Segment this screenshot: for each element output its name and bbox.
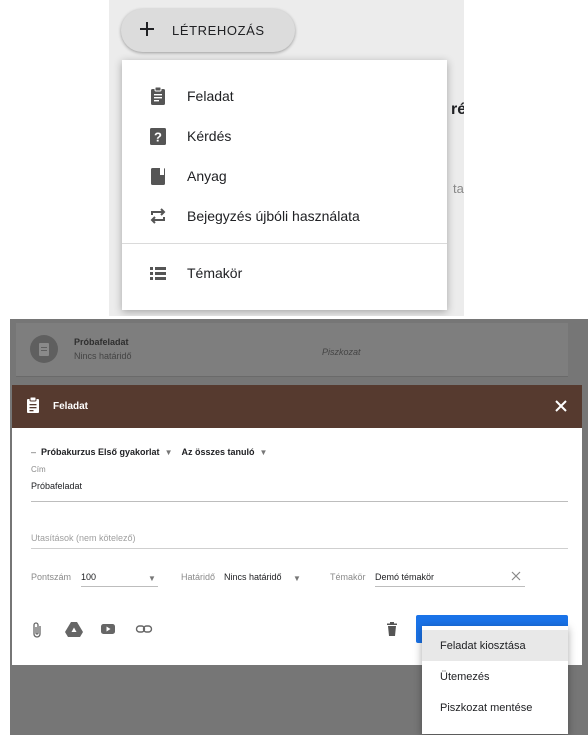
menu-item-label: Piszkozat mentése: [440, 702, 533, 714]
topic-label: Témakör: [330, 572, 366, 582]
google-drive-icon[interactable]: [65, 621, 83, 637]
menu-item-topic[interactable]: Témakör: [122, 253, 447, 293]
menu-item-label: Anyag: [187, 168, 227, 184]
question-icon: ?: [150, 128, 166, 145]
title-field-underline: [31, 501, 568, 502]
menu-item-material[interactable]: Anyag: [122, 156, 447, 196]
instructions-field-underline: [31, 548, 568, 549]
instructions-field[interactable]: Utasítások (nem kötelező): [31, 533, 136, 543]
reuse-post-icon: [150, 208, 166, 224]
create-button-label: LÉTREHOZÁS: [172, 23, 265, 38]
paperclip-icon[interactable]: [31, 621, 43, 639]
draft-status: Piszkozat: [322, 347, 361, 357]
dialog-title: Feladat: [53, 401, 89, 412]
assignment-icon: [27, 397, 39, 413]
title-field[interactable]: Próbafeladat: [31, 481, 82, 491]
course-select[interactable]: Próbakurzus Első gyakorlat: [41, 447, 160, 457]
menu-item-reuse-post[interactable]: Bejegyzés újbóli használata: [122, 196, 447, 236]
assignment-icon: [151, 86, 165, 105]
points-label: Pontszám: [31, 572, 72, 582]
dialog-header: Feladat: [12, 385, 582, 428]
menu-item-label: Ütemezés: [440, 671, 490, 683]
material-icon: [151, 168, 165, 185]
students-select[interactable]: Az összes tanuló: [181, 447, 254, 457]
due-date-select[interactable]: Nincs határidő: [224, 572, 282, 582]
title-field-label: Cím: [31, 465, 46, 474]
create-button[interactable]: LÉTREHOZÁS: [121, 9, 295, 52]
background-text-fragment: ré: [451, 101, 464, 118]
draft-list-item[interactable]: Próbafeladat Nincs határidő Piszkozat: [16, 323, 568, 377]
clear-icon[interactable]: [510, 570, 522, 582]
recipients-row: – Próbakurzus Első gyakorlat ▼ Az összes…: [31, 447, 268, 457]
menu-item-label: Bejegyzés újbóli használata: [187, 208, 360, 224]
plus-icon: [140, 22, 154, 36]
assignment-dialog: Feladat – Próbakurzus Első gyakorlat ▼ A…: [12, 385, 582, 665]
due-date-label: Határidő: [181, 572, 216, 582]
menu-divider: [122, 243, 447, 244]
link-icon[interactable]: [135, 621, 153, 637]
menu-item-save-draft[interactable]: Piszkozat mentése: [422, 692, 568, 723]
create-menu: Feladat ? Kérdés Anyag Bejegyzés újbóli: [122, 60, 447, 310]
chevron-down-icon[interactable]: ▼: [293, 574, 301, 583]
menu-item-question[interactable]: ? Kérdés: [122, 116, 447, 156]
assignment-avatar-icon: [30, 335, 58, 363]
assign-options-menu: Feladat kiosztása Ütemezés Piszkozat men…: [422, 626, 568, 734]
svg-text:?: ?: [154, 130, 162, 145]
create-panel: LÉTREHOZÁS ré ta Feladat ? Kérdés Anyag: [109, 0, 464, 316]
topic-select[interactable]: Demó témakör: [375, 572, 434, 582]
chevron-down-icon[interactable]: ▼: [148, 574, 156, 583]
points-underline: [81, 586, 158, 587]
chevron-down-icon[interactable]: ▼: [260, 448, 268, 457]
background-text-fragment: ta: [453, 181, 464, 196]
menu-item-label: Feladat kiosztása: [440, 640, 526, 652]
draft-title: Próbafeladat: [74, 337, 129, 347]
menu-item-label: Kérdés: [187, 128, 232, 144]
topic-underline: [375, 586, 525, 587]
chevron-down-icon[interactable]: ▼: [165, 448, 173, 457]
menu-item-schedule[interactable]: Ütemezés: [422, 661, 568, 692]
menu-item-label: Feladat: [187, 88, 234, 104]
draft-due: Nincs határidő: [74, 351, 132, 361]
menu-item-label: Témakör: [187, 265, 243, 281]
points-select[interactable]: 100: [81, 572, 96, 582]
topic-list-icon: [150, 267, 166, 280]
trash-icon[interactable]: [386, 622, 398, 636]
menu-item-assign[interactable]: Feladat kiosztása: [422, 630, 568, 661]
menu-item-assignment[interactable]: Feladat: [122, 76, 447, 116]
youtube-icon[interactable]: [100, 621, 116, 637]
close-icon[interactable]: [553, 398, 569, 414]
